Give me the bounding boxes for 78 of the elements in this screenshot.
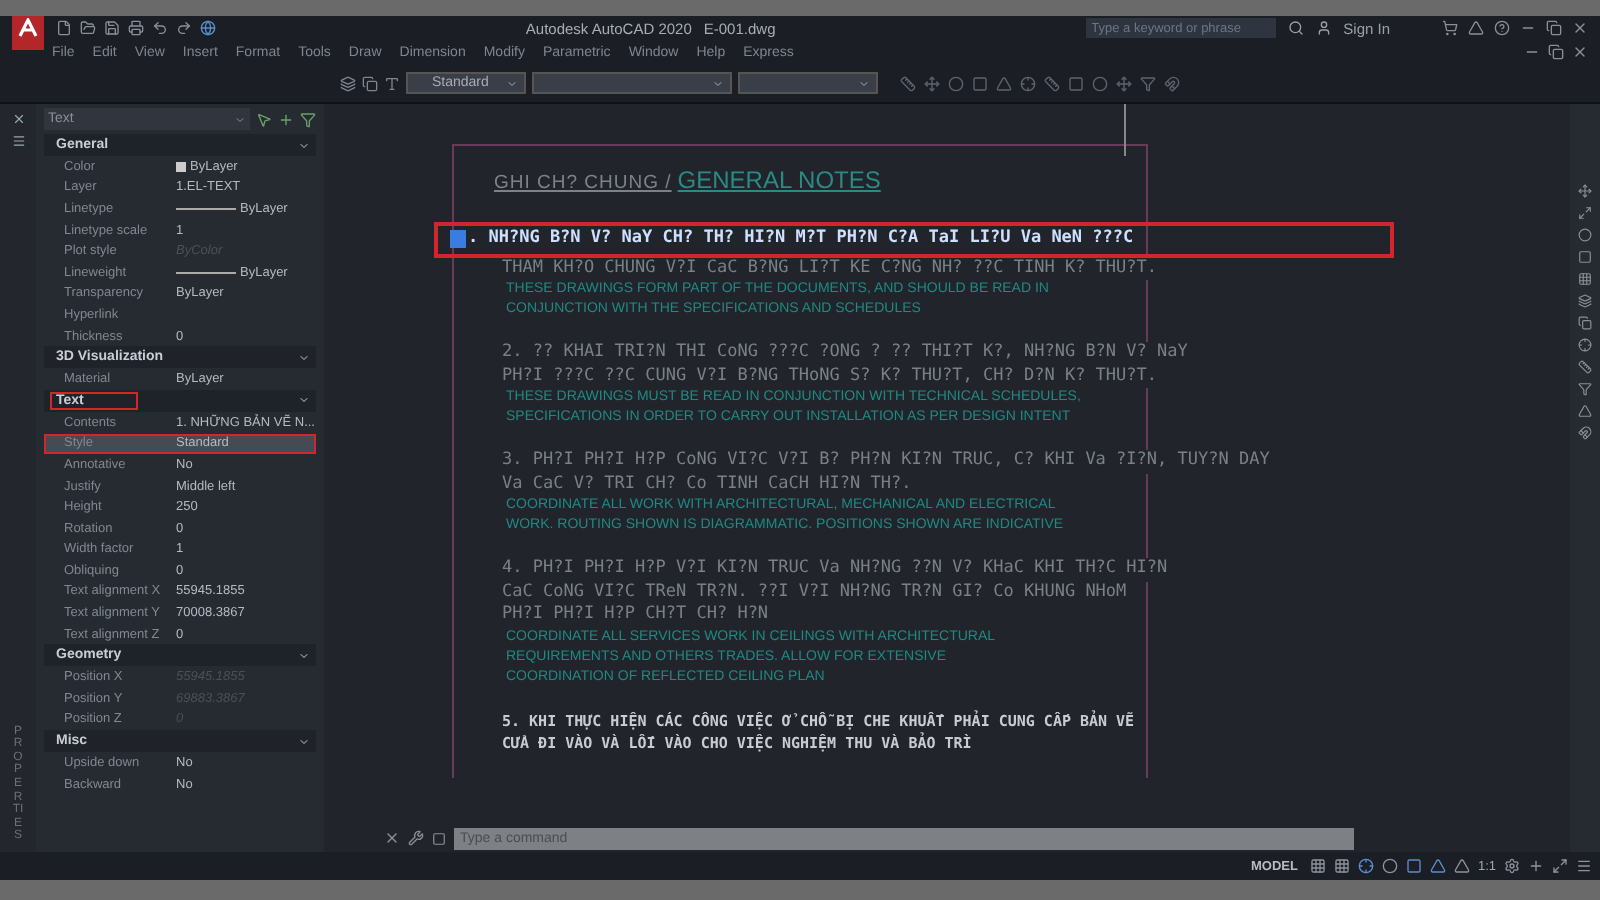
circle-icon[interactable] (1381, 858, 1398, 874)
cart-icon[interactable] (1442, 20, 1459, 36)
note-text: 2. ?? KHAI TRI?N THI CoNG ???C ?ONG ? ?? THI?T K?, NH?NG B?N V? NaY (502, 342, 1188, 365)
copy-icon[interactable] (362, 75, 378, 91)
move-icon[interactable] (1578, 184, 1592, 198)
chevron-icon[interactable] (506, 77, 518, 89)
ruler-icon[interactable] (1044, 75, 1060, 91)
triangle-icon[interactable] (1468, 20, 1485, 36)
square-icon[interactable] (1405, 858, 1422, 874)
magnet-icon[interactable] (1578, 426, 1592, 440)
expand-icon[interactable] (1578, 206, 1592, 220)
line-sample (176, 207, 236, 210)
ruler-icon[interactable] (1578, 360, 1592, 374)
square-icon[interactable] (1578, 250, 1592, 264)
menu-icon[interactable] (11, 134, 25, 148)
chevron-icon[interactable] (298, 394, 310, 407)
note-text: PH?I ???C ??C CUNG V?I B?NG THoNG S? K? THU?T, CH? D?N K? THU?T. (502, 365, 1158, 388)
note-text: . NH?NG B?N V? NaY CH? TH? HI?N M?T PH?N C?A TaI LI?U Va NeN ???C (468, 228, 1134, 251)
chevron-icon[interactable] (298, 735, 310, 748)
heading-text: GENERAL NOTES (677, 166, 881, 194)
chevron-icon[interactable] (858, 77, 870, 89)
close-icon[interactable] (11, 112, 25, 126)
grid-icon[interactable] (1333, 858, 1350, 874)
restore-icon[interactable] (1546, 20, 1563, 36)
plus-icon[interactable] (278, 111, 294, 127)
triangle-icon[interactable] (1578, 404, 1592, 418)
copy-icon[interactable] (1578, 316, 1592, 330)
move-icon[interactable] (924, 75, 940, 91)
printer-icon[interactable] (128, 20, 144, 36)
circle-icon[interactable] (948, 75, 964, 91)
layers-icon[interactable] (1578, 294, 1592, 308)
redo-icon[interactable] (176, 20, 192, 36)
restore-icon[interactable] (1548, 44, 1564, 60)
magnet-icon[interactable] (1164, 75, 1180, 91)
heading-text: GHI CH? CHUNG / (494, 172, 672, 194)
grid-icon[interactable] (1309, 858, 1326, 874)
filter-icon[interactable] (1578, 382, 1592, 396)
close-icon[interactable] (1572, 44, 1588, 60)
user-icon[interactable] (1315, 20, 1332, 36)
new-file-icon[interactable] (56, 20, 72, 36)
filter-icon[interactable] (300, 111, 316, 127)
app-logo[interactable] (12, 16, 44, 50)
wrench-icon[interactable] (408, 830, 424, 846)
grip-handle[interactable] (450, 230, 466, 249)
move-icon[interactable] (1116, 75, 1132, 91)
note-text: 3. PH?I PH?I H?P CoNG VI?C V?I B? PH?N KI?N TRUC, C? KHI Va ?I?N, TUY?N DAY (502, 450, 1270, 473)
filter-icon[interactable] (1140, 75, 1156, 91)
chevron-icon[interactable] (298, 649, 310, 662)
chevron-icon[interactable] (712, 77, 724, 89)
circle-icon[interactable] (1578, 228, 1592, 242)
folder-icon[interactable] (80, 20, 96, 36)
grid-icon[interactable] (1578, 272, 1592, 286)
settings-icon[interactable] (1504, 858, 1520, 874)
color-swatch (176, 161, 186, 172)
chevron-icon[interactable] (298, 139, 310, 151)
globe-icon[interactable] (200, 20, 216, 36)
crosshair-line (1124, 104, 1126, 156)
crosshair-icon[interactable] (1357, 858, 1374, 874)
plus-icon[interactable] (1528, 858, 1544, 874)
fullscreen-icon[interactable] (1552, 858, 1568, 874)
text-icon[interactable] (384, 75, 400, 91)
menu-icon[interactable] (1576, 858, 1592, 874)
pointer-icon[interactable] (256, 111, 272, 127)
chevron-icon[interactable] (298, 351, 310, 364)
undo-icon[interactable] (152, 20, 168, 36)
note-text: 4. PH?I PH?I H?P V?I KI?N TRUC Va NH?NG ??N V? KHaC KHI TH?C HI?N (502, 558, 1168, 581)
help-icon[interactable] (1494, 20, 1511, 36)
circle-icon[interactable] (1092, 75, 1108, 91)
crosshair-icon[interactable] (1578, 338, 1592, 352)
crosshair-icon[interactable] (1020, 75, 1036, 91)
line-sample (176, 271, 236, 274)
triangle-icon[interactable] (996, 75, 1012, 91)
close-icon[interactable] (1572, 20, 1589, 36)
layers-icon[interactable] (340, 75, 356, 91)
close-icon[interactable] (384, 830, 400, 846)
ruler-icon[interactable] (900, 75, 916, 91)
save-icon[interactable] (104, 20, 120, 36)
note-text: THAM KH?O CHUNG V?I CaC B?NG LI?T KE C?NG NH? ??C TINH K? THU?T. (502, 257, 1158, 280)
